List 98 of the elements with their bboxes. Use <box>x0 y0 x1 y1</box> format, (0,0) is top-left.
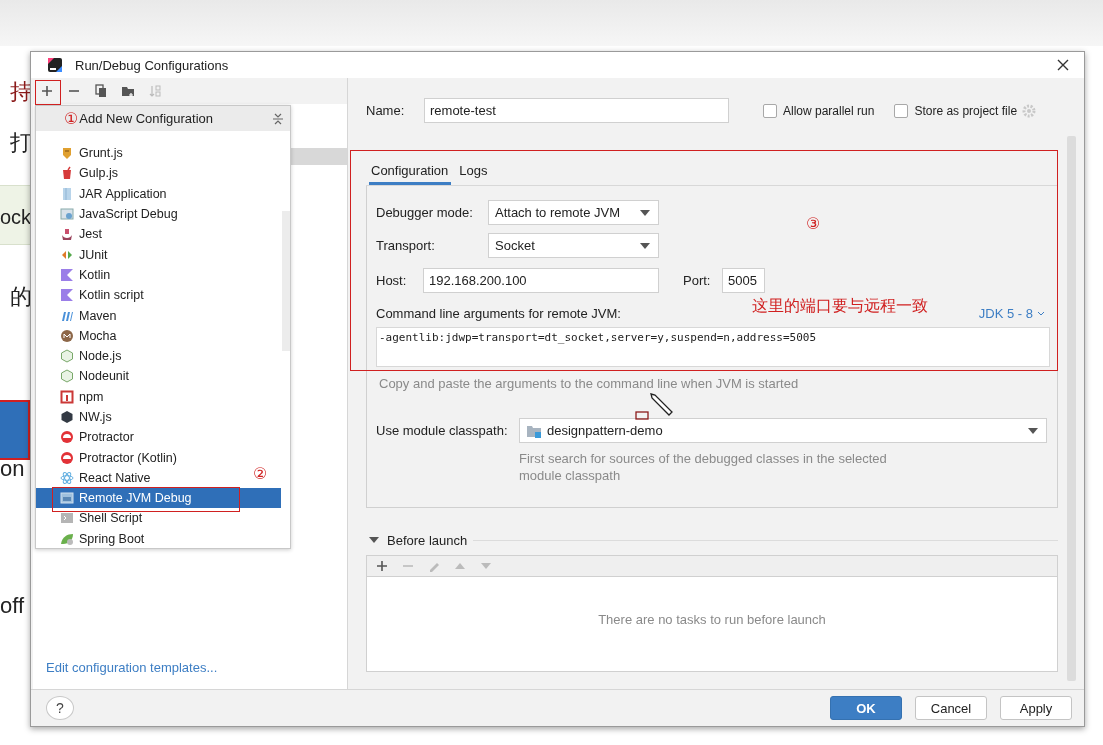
command-line-field[interactable]: -agentlib:jdwp=transport=dt_socket,server=y,suspend=n,address=5005 <box>376 327 1050 367</box>
circle-icon <box>60 450 74 465</box>
flag-icon <box>60 267 74 282</box>
jdk-version-link[interactable]: JDK 5 - 8 <box>978 305 1045 321</box>
dropdown-arrow-icon <box>1028 427 1038 434</box>
menu-item[interactable]: Protractor (Kotlin) <box>36 447 248 468</box>
tab[interactable]: Logs <box>457 159 491 185</box>
menu-item[interactable]: JavaScript Debug <box>36 203 248 225</box>
dialog-button[interactable]: OK <box>830 696 902 720</box>
section-title: Before launch <box>387 532 468 548</box>
circle-icon <box>60 328 74 343</box>
window-title: Run/Debug Configurations <box>75 57 230 73</box>
terminal-icon <box>60 511 74 526</box>
annotation-frame <box>35 80 61 105</box>
scrollbar-thumb[interactable] <box>282 211 290 351</box>
menu-item[interactable]: Maven <box>36 305 248 326</box>
atom-icon <box>60 470 74 485</box>
pencil-cursor-icon <box>635 392 675 422</box>
collapse-icon[interactable] <box>272 111 284 126</box>
tab[interactable]: Configuration <box>369 159 452 185</box>
text-fragment: 打 <box>10 130 32 156</box>
module-dropdown[interactable]: designpattern-demo <box>519 418 1047 443</box>
text-fragment: on <box>0 456 25 482</box>
dropdown-arrow-icon <box>640 242 650 249</box>
circle-icon <box>60 430 74 445</box>
menu-item[interactable]: Protractor <box>36 427 248 448</box>
templates-link[interactable]: Edit configuration templates... <box>33 660 347 689</box>
expand-arrow-icon[interactable] <box>369 536 379 544</box>
dropdown-arrow-icon <box>640 209 650 216</box>
dialog-button[interactable]: Cancel <box>915 696 987 720</box>
chevron-icon[interactable] <box>1037 310 1045 316</box>
menu-item[interactable]: Spring Boot <box>36 528 248 548</box>
field-label: Name: <box>366 103 406 118</box>
text-fragment: off <box>0 593 25 619</box>
menu-item[interactable]: JUnit <box>36 244 248 265</box>
tree-row[interactable] <box>288 148 347 165</box>
empty-list-text: There are no tasks to run before launch <box>598 611 826 627</box>
folder-icon <box>526 423 542 438</box>
menu-item[interactable]: Remote JVM Debug <box>36 488 281 509</box>
field-label: Command line arguments for remote JVM: <box>376 305 621 321</box>
menu-item[interactable]: Node.js <box>36 345 248 367</box>
checkbox[interactable] <box>763 103 777 118</box>
folder-icon[interactable] <box>121 84 135 98</box>
hexagon-icon <box>60 410 74 424</box>
menu-item[interactable]: React Native <box>36 467 248 489</box>
hexagon-icon <box>60 369 74 384</box>
shield-icon <box>60 146 74 161</box>
name-field[interactable]: remote-test <box>424 98 729 123</box>
menu-item[interactable]: npm <box>36 386 248 407</box>
copy-icon[interactable] <box>94 84 108 98</box>
field-label: Port: <box>683 273 712 288</box>
add-icon[interactable] <box>40 84 54 98</box>
menu-item[interactable]: Kotlin <box>36 264 248 286</box>
menu-item[interactable]: Jest <box>36 224 248 245</box>
field-label: Debugger mode: <box>376 205 474 220</box>
annotation-note: 这里的端口要与远程一致 <box>752 296 928 317</box>
menu-item[interactable]: NW.js <box>36 406 248 428</box>
window-icon <box>60 207 74 222</box>
menu-item[interactable]: Gulp.js <box>36 163 248 184</box>
port-field[interactable]: 5005 <box>722 268 765 293</box>
checkbox-label: Store as project file <box>914 103 1018 118</box>
checkbox[interactable] <box>894 103 909 118</box>
menu-item[interactable]: Mocha <box>36 325 248 346</box>
add-icon[interactable] <box>375 559 389 573</box>
transport-dropdown[interactable]: Socket <box>488 233 659 258</box>
step-marker: ① <box>64 109 79 128</box>
dialog-button[interactable]: Apply <box>1000 696 1072 720</box>
checkbox-label: Allow parallel run <box>783 103 875 118</box>
step-marker: ③ <box>806 214 821 233</box>
selected-panel-background <box>0 400 30 460</box>
jest-icon <box>60 227 74 242</box>
app-icon <box>47 57 63 73</box>
menu-item[interactable]: JAR Application <box>36 183 248 204</box>
menu-item[interactable]: Kotlin script <box>36 285 248 306</box>
text-fragment: 持 <box>10 79 32 105</box>
menu-item[interactable]: Nodeunit <box>36 366 248 387</box>
cup-icon <box>60 166 74 181</box>
jar-icon <box>60 186 74 201</box>
leaf-icon <box>60 531 74 546</box>
text-fragment: 的 <box>10 284 32 310</box>
field-label: Host: <box>376 273 408 288</box>
hint-text: First search for sources of the debugged classes in the selected module classpath <box>519 450 888 484</box>
text-fragment: ock <box>0 205 32 230</box>
popup-title: Add New Configuration <box>79 111 215 126</box>
help-button[interactable]: ? <box>46 696 74 720</box>
settings-icon[interactable] <box>1022 103 1037 118</box>
field-label: Transport: <box>376 238 436 253</box>
hint-text: Copy and paste the arguments to the command line when JVM is started <box>378 376 800 391</box>
menu-item[interactable]: Grunt.js <box>36 143 248 164</box>
flag-icon <box>60 288 74 303</box>
square-icon <box>60 389 74 404</box>
host-field[interactable]: 192.168.200.100 <box>423 268 659 293</box>
debugger-mode-dropdown[interactable]: Attach to remote JVM <box>488 200 659 225</box>
close-icon[interactable] <box>1056 58 1070 72</box>
hexagon-icon <box>60 349 74 364</box>
menu-item[interactable]: Shell Script <box>36 508 248 529</box>
field-label: Use module classpath: <box>376 423 509 438</box>
window-icon <box>60 491 74 506</box>
